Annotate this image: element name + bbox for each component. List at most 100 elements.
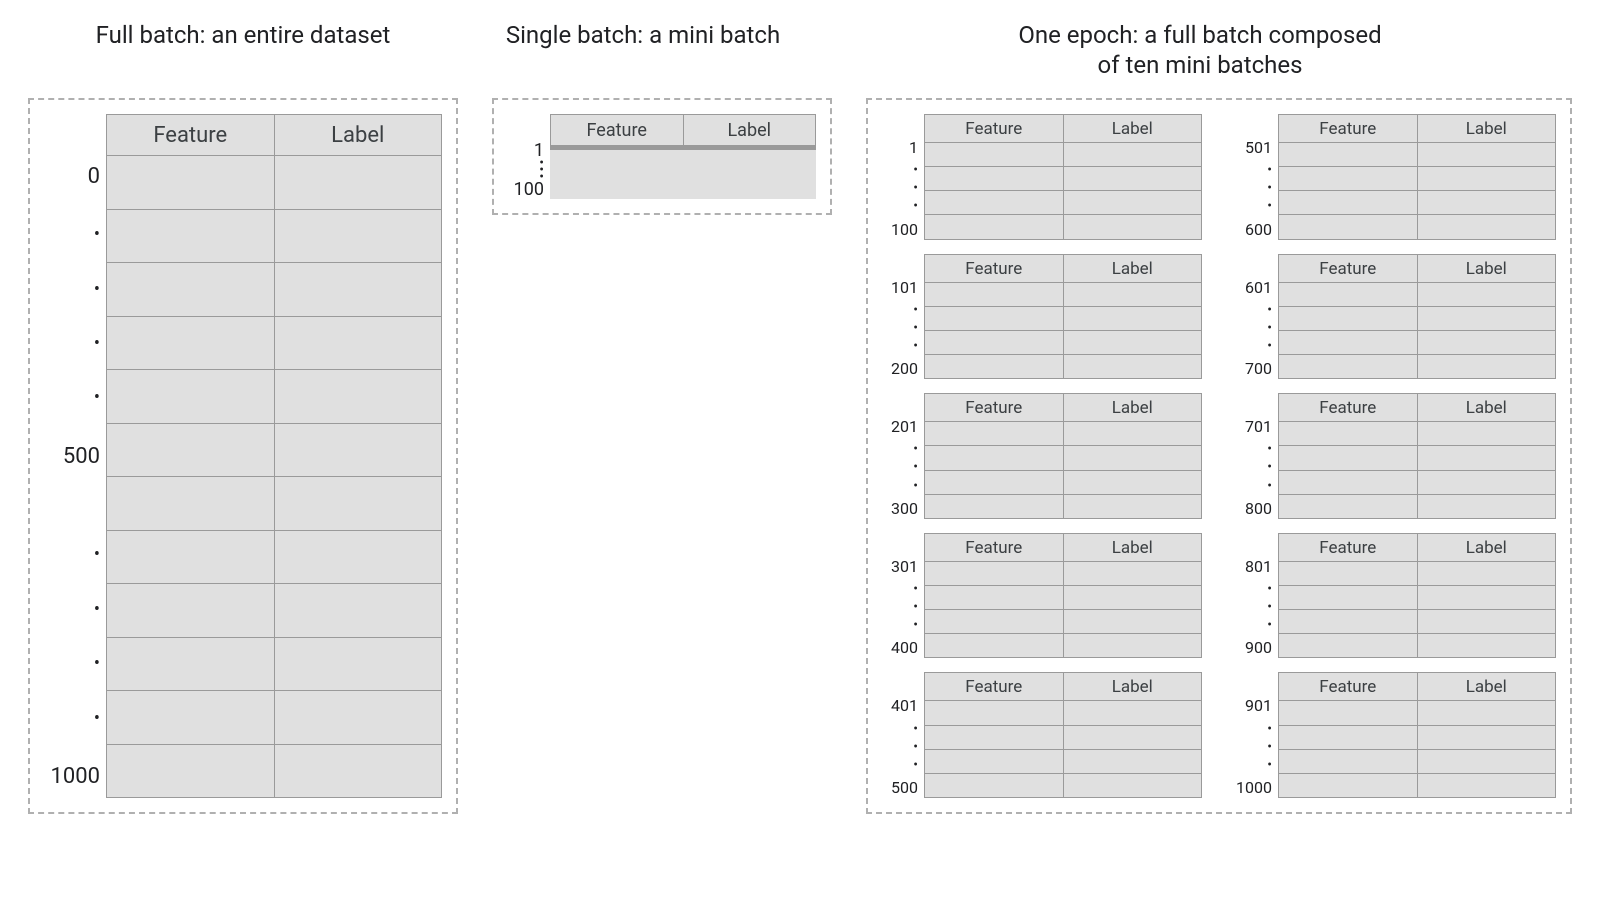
table-row [924, 167, 1202, 191]
row-index-label: 500 [40, 446, 100, 468]
mini-batch-row-labels: 701 • • • 800 [1232, 393, 1272, 519]
row-index-label: • [878, 483, 918, 490]
table-row [924, 307, 1202, 331]
col-label: Label [1417, 255, 1556, 282]
mini-batch-table: FeatureLabel [924, 672, 1202, 798]
row-index-label: • [1232, 464, 1272, 471]
mini-batch-table: FeatureLabel [1278, 533, 1556, 659]
row-index-label: 900 [1232, 640, 1272, 656]
mini-batch-block: 1•••100FeatureLabel [878, 114, 1202, 240]
single-batch-row-labels: 1•••100 [504, 114, 544, 199]
row-index-label: 200 [878, 361, 918, 377]
col-feature: Feature [924, 255, 1063, 282]
table-row [106, 263, 442, 317]
row-index-label: 800 [1232, 501, 1272, 517]
col-label: Label [1063, 394, 1202, 421]
table-row [1278, 610, 1556, 634]
mini-batch-block: 901•••1000FeatureLabel [1232, 672, 1556, 798]
row-index-label: 300 [878, 501, 918, 517]
row-index-label: • [40, 548, 100, 562]
table-row [1278, 143, 1556, 167]
table-row [924, 143, 1202, 167]
table-row [1278, 215, 1556, 239]
table-row [106, 531, 442, 585]
row-index-label: • [878, 744, 918, 751]
col-feature: Feature [106, 115, 274, 155]
mini-batch-row-labels: 501•••600 [1232, 114, 1272, 240]
mini-batch-row-labels: 901•••1000 [1232, 672, 1272, 798]
row-index-label: • [878, 604, 918, 611]
table-row [1278, 283, 1556, 307]
table-row [106, 584, 442, 638]
table-row [924, 726, 1202, 750]
row-index-label: • [1232, 343, 1272, 350]
col-feature: Feature [924, 394, 1063, 421]
row-index-label: • [1232, 446, 1272, 453]
row-index-label: • [1232, 622, 1272, 629]
mini-batch-block: 601•••700FeatureLabel [1232, 254, 1556, 380]
row-index-label: • [878, 343, 918, 350]
row-index-label: • [1232, 167, 1272, 174]
row-index-label: 1000 [1232, 780, 1272, 796]
row-index-label: • [504, 167, 544, 174]
mini-batch-block: 101•••200FeatureLabel [878, 254, 1202, 380]
row-index-label: • [1232, 586, 1272, 593]
table-row [1278, 726, 1556, 750]
table-row [1278, 167, 1556, 191]
table-row [1278, 774, 1556, 798]
single-batch-table: Feature Label [550, 114, 816, 199]
table-row [1278, 471, 1556, 495]
table-row [550, 149, 816, 150]
row-index-label: 701 [1232, 419, 1272, 435]
row-index-label: • [878, 622, 918, 629]
mini-batch-table: FeatureLabel [1278, 114, 1556, 240]
col-feature: Feature [1278, 394, 1417, 421]
row-index-label: • [40, 391, 100, 405]
row-index-label: • [878, 726, 918, 733]
full-batch-table: Feature Label [106, 114, 442, 798]
row-index-label: • [1232, 325, 1272, 332]
mini-batch-row-labels: 301•••400 [878, 533, 918, 659]
row-index-label: • [40, 283, 100, 297]
table-row [924, 355, 1202, 379]
row-index-label: 201 [878, 419, 918, 435]
col-label: Label [1417, 394, 1556, 421]
mini-batch-table: FeatureLabel [924, 114, 1202, 240]
mini-batch-table: FeatureLabel [1278, 393, 1556, 519]
row-index-label: 301 [878, 559, 918, 575]
col-label: Label [1417, 673, 1556, 700]
table-row [106, 477, 442, 531]
table-row [924, 750, 1202, 774]
row-index-label: 901 [1232, 698, 1272, 714]
col-label: Label [1417, 115, 1556, 142]
table-row [924, 634, 1202, 658]
table-row [1278, 586, 1556, 610]
col-label: Label [274, 115, 442, 155]
panels-row: 0••••500••••1000 Feature Label 1•••100 F… [28, 98, 1572, 814]
row-index-label: • [878, 762, 918, 769]
row-index-label: • [878, 203, 918, 210]
row-index-label: • [878, 586, 918, 593]
row-index-label: • [1232, 307, 1272, 314]
mini-batch-table: FeatureLabel [1278, 672, 1556, 798]
col-label: Label [1063, 534, 1202, 561]
row-index-label: • [504, 160, 544, 167]
table-row [106, 745, 442, 799]
table-row [924, 471, 1202, 495]
title-single-batch: Single batch: a mini batch [458, 20, 828, 80]
row-index-label: • [878, 446, 918, 453]
table-row [1278, 191, 1556, 215]
col-feature: Feature [1278, 534, 1417, 561]
mini-batch-table: FeatureLabel [924, 254, 1202, 380]
panel-epoch: 1•••100FeatureLabel501•••600FeatureLabel… [866, 98, 1572, 814]
mini-batch-block: 801•••900FeatureLabel [1232, 533, 1556, 659]
row-index-label: • [1232, 483, 1272, 490]
mini-batch-row-labels: 601•••700 [1232, 254, 1272, 380]
row-index-label: • [1232, 203, 1272, 210]
table-row [106, 424, 442, 478]
row-index-label: 700 [1232, 361, 1272, 377]
table-row [924, 331, 1202, 355]
row-index-label: • [40, 228, 100, 242]
col-label: Label [683, 115, 816, 145]
row-index-label: 600 [1232, 222, 1272, 238]
